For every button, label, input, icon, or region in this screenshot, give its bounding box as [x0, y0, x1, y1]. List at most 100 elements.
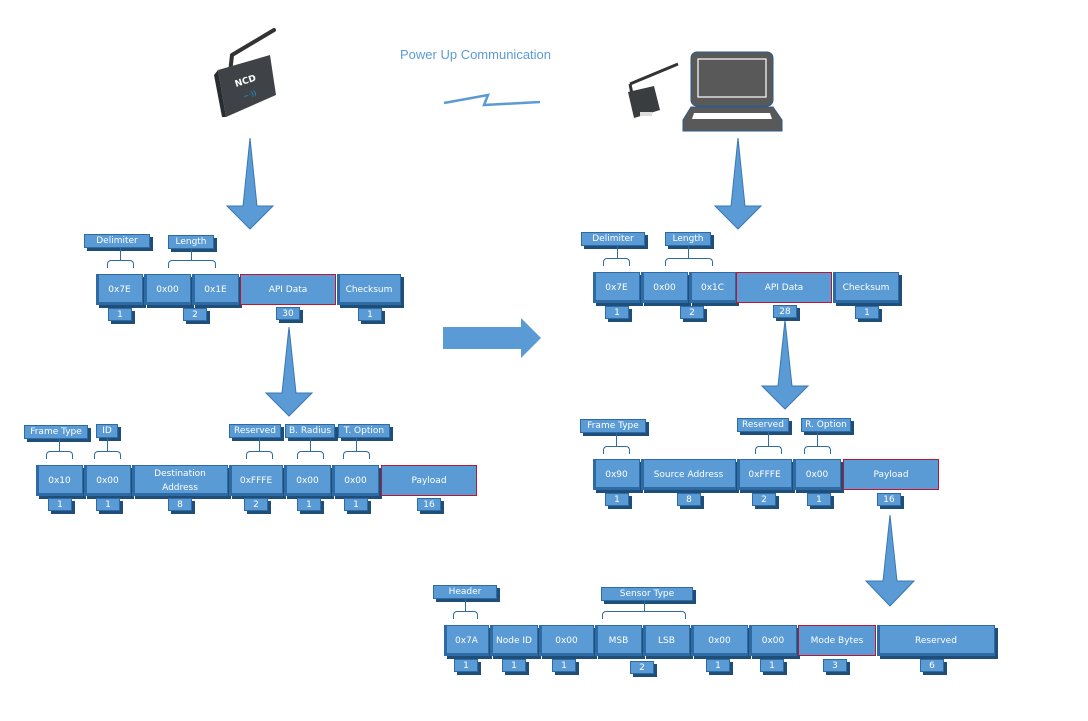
rx-api-count: 16 [877, 493, 901, 506]
diagram-canvas: Power Up Communication NCD ~·)) Delimite… [0, 0, 1088, 721]
tx-api-count: 1 [96, 498, 120, 511]
payload-count: 1 [502, 659, 526, 672]
rx-api-cell-reserved: 0xFFFE [737, 459, 792, 490]
label-t-option: T. Option [338, 424, 390, 438]
connector [356, 438, 357, 451]
payload-cell-mode-bytes: Mode Bytes [798, 625, 876, 656]
payload-cell-sensor-msb: MSB [595, 625, 642, 656]
bracket [603, 446, 630, 454]
rx-frame-cell-delimiter: 0x7E [593, 272, 640, 303]
connector [310, 438, 311, 451]
payload-count: 6 [920, 659, 944, 672]
payload-cell-byte: 0x00 [749, 625, 797, 656]
connector [817, 432, 818, 446]
rx-api-count: 2 [752, 493, 776, 506]
tx-api-count: 1 [297, 498, 321, 511]
label-reserved: Reserved [737, 418, 789, 432]
connector [617, 246, 618, 258]
connector [465, 599, 466, 611]
connector [688, 246, 689, 258]
tx-frame-cell-delimiter: 0x7E [96, 274, 143, 305]
rx-frame-cell-length-lsb: 0x1C [689, 272, 736, 303]
tx-frame-cell-checksum: Checksum [337, 274, 401, 305]
bracket [297, 451, 324, 459]
label-reserved: Reserved [229, 424, 281, 438]
tx-api-cell-t-option: 0x00 [332, 465, 379, 496]
label-sensor-type: Sensor Type [601, 587, 693, 601]
connector [616, 433, 617, 446]
tx-api-count: 2 [244, 498, 268, 511]
payload-count: 1 [454, 659, 478, 672]
tx-frame-count: 2 [183, 308, 207, 321]
down-arrow-4-icon [760, 319, 810, 410]
bracket [602, 611, 686, 619]
label-length: Length [665, 232, 711, 246]
rx-frame-cell-checksum: Checksum [833, 272, 899, 303]
down-arrow-3-icon [264, 326, 314, 417]
tx-frame-count: 1 [108, 308, 132, 321]
connector [191, 249, 192, 260]
bracket [665, 258, 713, 266]
payload-count: 1 [552, 659, 576, 672]
connector [259, 438, 260, 451]
laptop-icon [682, 51, 783, 132]
label-b-radius: B. Radius [285, 424, 335, 438]
gateway-modem-icon [628, 62, 679, 118]
connector [768, 432, 769, 446]
sensor-device-icon: NCD ~·)) [214, 28, 276, 117]
rx-api-cell-source-address: Source Address [641, 459, 736, 490]
bracket [94, 451, 121, 459]
label-frame-type: Frame Type [24, 425, 88, 439]
label-delimiter: Delimiter [581, 232, 645, 246]
rx-api-cell-payload: Payload [843, 459, 939, 490]
payload-cell-header: 0x7A [444, 625, 489, 656]
connector [107, 438, 108, 451]
down-arrow-1-icon [225, 137, 275, 230]
rx-api-count: 1 [807, 493, 831, 506]
connector [644, 601, 645, 611]
tx-frame-count: 1 [358, 308, 382, 321]
tx-api-count: 16 [417, 498, 441, 511]
tx-api-count: 1 [48, 498, 72, 511]
tx-api-cell-id: 0x00 [84, 465, 131, 496]
rx-frame-count: 2 [680, 306, 704, 319]
label-delimiter: Delimiter [84, 234, 150, 248]
tx-api-count: 8 [168, 498, 192, 511]
rx-frame-count: 1 [855, 306, 879, 319]
bracket [453, 611, 478, 619]
label-length: Length [168, 235, 214, 249]
payload-count: 1 [706, 659, 730, 672]
payload-count: 3 [823, 659, 847, 672]
tx-api-cell-destination-address: Destination Address [132, 465, 228, 496]
rx-frame-cell-length-msb: 0x00 [641, 272, 688, 303]
rx-frame-count: 1 [605, 306, 629, 319]
tx-frame-cell-length-lsb: 0x1E [192, 274, 239, 305]
diagram-title: Power Up Communication [400, 47, 552, 62]
tx-api-cell-payload: Payload [381, 465, 477, 496]
label-r-option: R. Option [801, 418, 851, 432]
bracket [168, 260, 216, 268]
bracket [107, 260, 134, 268]
right-arrow-icon [443, 318, 541, 358]
rx-api-cell-r-option: 0x00 [793, 459, 841, 490]
tx-api-cell-b-radius: 0x00 [284, 465, 331, 496]
label-frame-type: Frame Type [580, 419, 646, 433]
tx-frame-cell-api-data: API Data [240, 274, 336, 305]
bracket [343, 451, 370, 459]
down-arrow-5-icon [864, 514, 916, 607]
payload-cell-byte: 0x00 [691, 625, 748, 656]
bracket [804, 446, 831, 454]
connector [59, 439, 60, 451]
payload-cell-sensor-lsb: LSB [643, 625, 690, 656]
rx-api-count: 1 [605, 493, 629, 506]
tx-api-cell-reserved: 0xFFFE [229, 465, 283, 496]
rx-api-cell-frame-type: 0x90 [593, 459, 640, 490]
bracket [603, 258, 630, 266]
bracket [246, 451, 273, 459]
label-header: Header [433, 585, 497, 599]
tx-api-count: 1 [344, 498, 368, 511]
bracket [46, 451, 73, 459]
bracket [755, 446, 782, 454]
rx-api-count: 8 [677, 493, 701, 506]
down-arrow-2-icon [713, 137, 763, 230]
